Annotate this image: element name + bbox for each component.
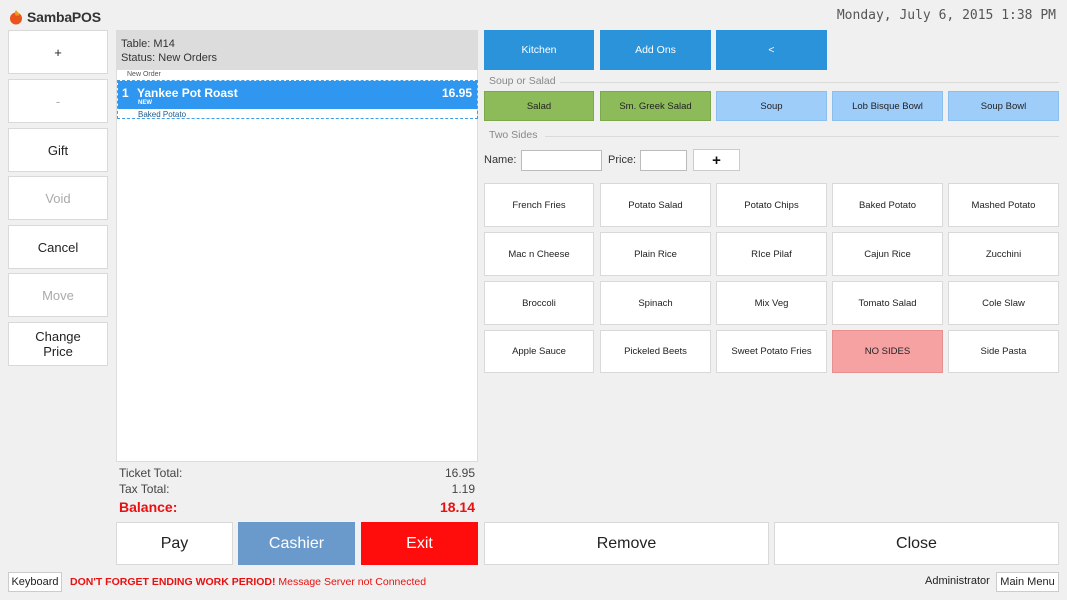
price-input[interactable]	[640, 150, 687, 171]
move-button[interactable]: Move	[8, 273, 108, 317]
side-potato-chips[interactable]: Potato Chips	[716, 183, 827, 227]
order-line-selected-row[interactable]: 1 Yankee Pot Roast 16.95 NEW	[118, 81, 477, 109]
keyboard-button[interactable]: Keyboard	[8, 572, 62, 592]
ticket-total-label: Ticket Total:	[119, 466, 183, 480]
side-zucchini[interactable]: Zucchini	[948, 232, 1059, 276]
order-group-label: New Order	[127, 71, 161, 78]
section-divider	[545, 136, 1059, 137]
main-menu-button[interactable]: Main Menu	[996, 572, 1059, 592]
order-status-badge: NEW	[138, 100, 152, 106]
cancel-button[interactable]: Cancel	[8, 225, 108, 269]
side-tomato-salad[interactable]: Tomato Salad	[832, 281, 943, 325]
close-button[interactable]: Close	[774, 522, 1059, 565]
add-ons-button[interactable]: Add Ons	[600, 30, 711, 70]
work-period-warning: DON'T FORGET ENDING WORK PERIOD!	[70, 576, 276, 588]
change-price-label-1: Change	[35, 329, 81, 344]
ticket-total-row: Ticket Total: 16.95	[119, 466, 475, 482]
order-quantity: 1	[122, 86, 129, 100]
exit-button[interactable]: Exit	[361, 522, 478, 565]
tax-total-row: Tax Total: 1.19	[119, 482, 475, 498]
side-apple-sauce[interactable]: Apple Sauce	[484, 330, 594, 373]
balance-value: 18.14	[439, 499, 475, 515]
side-french-fries[interactable]: French Fries	[484, 183, 594, 227]
side-mix-veg[interactable]: Mix Veg	[716, 281, 827, 325]
change-price-label-2: Price	[43, 344, 73, 359]
side-spinach[interactable]: Spinach	[600, 281, 711, 325]
side-plain-rice[interactable]: Plain Rice	[600, 232, 711, 276]
sm-greek-salad-button[interactable]: Sm. Greek Salad	[600, 91, 711, 121]
side-cajun-rice[interactable]: Cajun Rice	[832, 232, 943, 276]
order-item-name: Yankee Pot Roast	[137, 86, 238, 100]
side-mac-n-cheese[interactable]: Mac n Cheese	[484, 232, 594, 276]
side-potato-salad[interactable]: Potato Salad	[600, 183, 711, 227]
side-no-sides[interactable]: NO SIDES	[832, 330, 943, 373]
app-logo: SambaPOS	[8, 6, 101, 28]
balance-row: Balance: 18.14	[119, 499, 475, 515]
two-sides-section-label: Two Sides	[489, 129, 538, 141]
side-rice-pilaf[interactable]: RIce Pilaf	[716, 232, 827, 276]
lob-bisque-bowl-button[interactable]: Lob Bisque Bowl	[832, 91, 943, 121]
name-field-label: Name:	[484, 154, 517, 166]
gift-button[interactable]: Gift	[8, 128, 108, 172]
current-user: Administrator	[925, 575, 990, 587]
ticket-total-value: 16.95	[444, 466, 475, 480]
order-modifier: Baked Potato	[138, 110, 187, 119]
side-broccoli[interactable]: Broccoli	[484, 281, 594, 325]
tax-total-value: 1.19	[451, 482, 475, 496]
pay-button[interactable]: Pay	[116, 522, 233, 565]
side-sweet-potato-fries[interactable]: Sweet Potato Fries	[716, 330, 827, 373]
flame-logo-icon	[10, 10, 22, 25]
decrease-quantity-button[interactable]: -	[8, 79, 108, 123]
soup-button[interactable]: Soup	[716, 91, 827, 121]
void-button[interactable]: Void	[8, 176, 108, 220]
balance-label: Balance:	[119, 499, 178, 515]
side-cole-slaw[interactable]: Cole Slaw	[948, 281, 1059, 325]
side-pickeled-beets[interactable]: Pickeled Beets	[600, 330, 711, 373]
datetime-display: Monday, July 6, 2015 1:38 PM	[836, 8, 1056, 23]
ticket-table: Table: M14	[121, 38, 175, 50]
tax-total-label: Tax Total:	[119, 482, 170, 496]
name-input[interactable]	[521, 150, 602, 171]
logo-text: SambaPOS	[27, 9, 101, 25]
increase-quantity-button[interactable]: +	[8, 30, 108, 74]
soup-bowl-button[interactable]: Soup Bowl	[948, 91, 1059, 121]
order-item-price: 16.95	[441, 86, 472, 100]
section-divider	[560, 82, 1059, 83]
cashier-button[interactable]: Cashier	[238, 522, 355, 565]
message-server-status: Message Server not Connected	[275, 576, 427, 588]
side-mashed-potato[interactable]: Mashed Potato	[948, 183, 1059, 227]
side-baked-potato[interactable]: Baked Potato	[832, 183, 943, 227]
kitchen-button[interactable]: Kitchen	[484, 30, 594, 70]
ticket-order-list[interactable]: New Order 1 Yankee Pot Roast 16.95 NEW B…	[116, 70, 478, 462]
add-item-button[interactable]: +	[693, 149, 740, 171]
back-button[interactable]: <	[716, 30, 827, 70]
ticket-totals: Ticket Total: 16.95 Tax Total: 1.19 Bala…	[116, 466, 478, 518]
side-side-pasta[interactable]: Side Pasta	[948, 330, 1059, 373]
ticket-status: Status: New Orders	[121, 52, 217, 64]
status-message: DON'T FORGET ENDING WORK PERIOD! Message…	[70, 576, 426, 588]
order-line[interactable]: 1 Yankee Pot Roast 16.95 NEW Baked Potat…	[117, 80, 478, 119]
change-price-button[interactable]: Change Price	[8, 322, 108, 366]
ticket-header: Table: M14 Status: New Orders	[116, 30, 478, 70]
salad-button[interactable]: Salad	[484, 91, 594, 121]
remove-button[interactable]: Remove	[484, 522, 769, 565]
soup-or-salad-section-label: Soup or Salad	[489, 75, 556, 87]
price-field-label: Price:	[608, 154, 637, 166]
